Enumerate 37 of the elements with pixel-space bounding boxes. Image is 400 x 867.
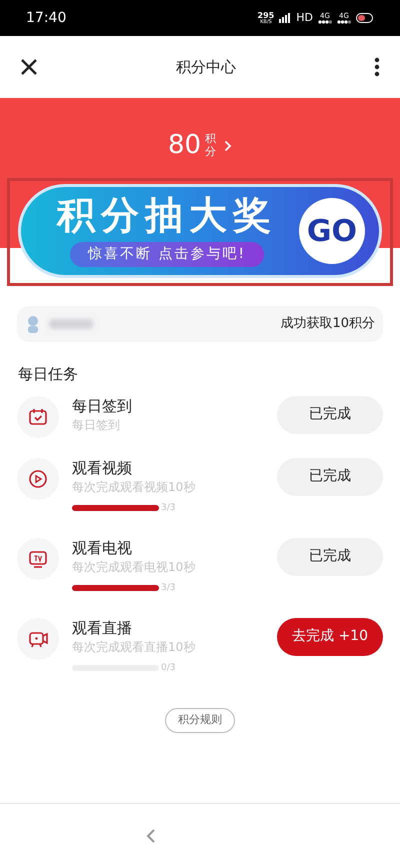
completed-button[interactable]: 已完成 <box>277 396 383 434</box>
task-name: 每日签到 <box>72 396 133 416</box>
avatar-icon <box>25 315 41 333</box>
blurred-username <box>49 319 93 329</box>
back-icon[interactable] <box>146 828 156 844</box>
battery-icon <box>356 13 374 23</box>
task-description: 每日签到 <box>72 416 121 434</box>
complete-task-button[interactable]: 去完成 +10 <box>277 618 383 656</box>
signal-dots-icon <box>318 20 332 24</box>
go-badge: GO <box>299 198 365 264</box>
banner-subtitle: 惊喜不断 点击参与吧! <box>70 242 264 266</box>
completed-button[interactable]: 已完成 <box>277 538 383 576</box>
task-description: 每次完成观看视频10秒 <box>72 478 196 496</box>
task-description: 每次完成观看直播10秒 <box>72 638 196 656</box>
page-title: 积分中心 <box>175 56 237 78</box>
task-description: 每次完成观看电视10秒 <box>72 558 196 576</box>
hd-label: HD <box>296 10 313 26</box>
play-circle-icon <box>27 468 49 490</box>
completed-button[interactable]: 已完成 <box>277 458 383 496</box>
task-name: 观看视频 <box>72 458 133 478</box>
progress-reading: 0/3 <box>161 662 176 674</box>
more-options-icon[interactable] <box>374 57 380 77</box>
network-speed: 295 <box>258 12 274 20</box>
wifi-signal-icon <box>279 13 292 23</box>
chevron-right-icon <box>224 140 232 152</box>
task-name: 观看直播 <box>72 618 133 638</box>
progress-reading: 3/3 <box>161 502 176 514</box>
lottery-banner[interactable]: 积分抽大奖 惊喜不断 点击参与吧! GO <box>18 184 382 278</box>
task-name: 观看电视 <box>72 538 133 558</box>
progress-reading: 3/3 <box>161 582 176 594</box>
banner-title: 积分抽大奖 <box>57 196 277 234</box>
section-title: 每日任务 <box>18 364 79 385</box>
clock-time: 17:40 <box>26 8 66 28</box>
points-rules-button[interactable]: 积分规则 <box>165 708 235 732</box>
notice-text: 成功获取10积分 <box>280 315 375 334</box>
signal-dots-icon <box>337 20 351 24</box>
close-icon[interactable] <box>20 58 38 76</box>
